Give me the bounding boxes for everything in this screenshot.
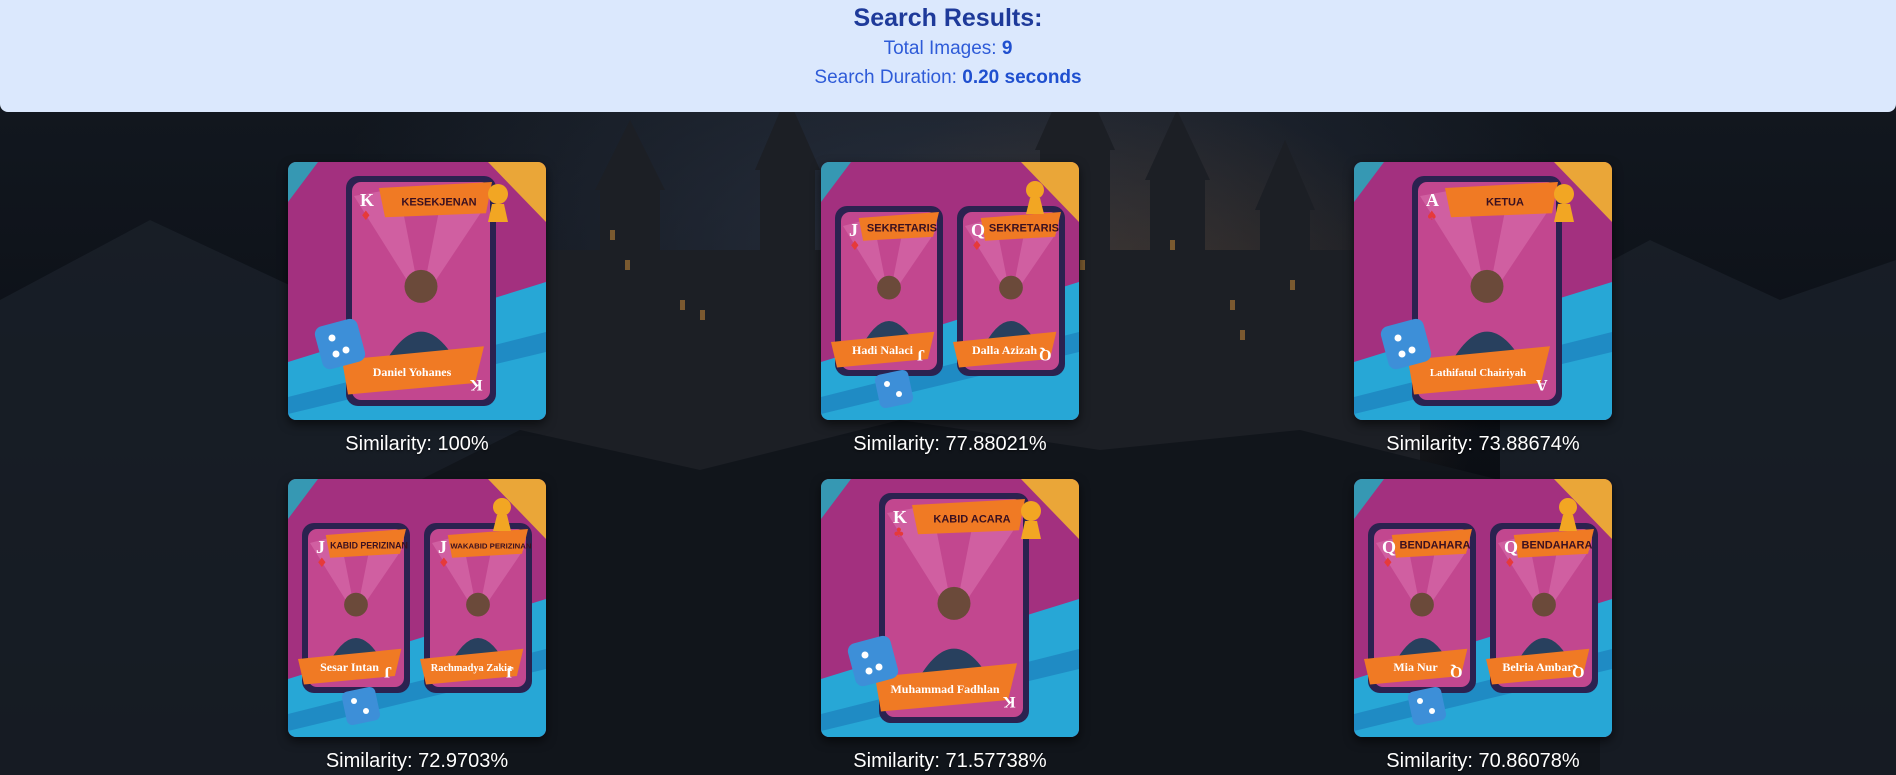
- dice-icon: [1407, 686, 1447, 726]
- card-rank: Q: [971, 220, 985, 240]
- card-role-label: WAKABID PERIZINAN: [450, 542, 531, 551]
- playing-card: BENDAHARABelria AmbarQ♦Q: [1486, 523, 1598, 693]
- card-rank-bottom: K: [469, 376, 482, 393]
- card-rank-bottom: Q: [1572, 663, 1584, 680]
- person-head: [877, 275, 901, 300]
- dice-icon: [341, 686, 381, 726]
- person-head: [344, 592, 368, 617]
- card-rank: Q: [1504, 537, 1518, 557]
- result-thumbnail[interactable]: KETUALathifatul ChairiyahA♠A: [1354, 162, 1612, 420]
- playing-card: SEKRETARISDalla AzizahQ♦Q: [953, 206, 1065, 376]
- card-name-label: Lathifatul Chairiyah: [1430, 367, 1526, 379]
- playing-card: KABID ACARAMuhammad FadhlanK♣K: [875, 493, 1029, 723]
- card-rank-bottom: A: [1536, 376, 1548, 393]
- card-suit-icon: ♦: [849, 239, 861, 254]
- person-head: [1470, 269, 1504, 303]
- similarity-score: Similarity: 71.57738%: [853, 750, 1047, 772]
- card-rank: K: [360, 190, 374, 210]
- person-head: [404, 269, 438, 303]
- person-head: [999, 275, 1023, 300]
- playing-card: BENDAHARAMia NurQ♦Q: [1364, 523, 1476, 693]
- card-rank-bottom: K: [1002, 693, 1015, 710]
- person-head: [937, 586, 971, 620]
- card-rank: J: [316, 537, 325, 557]
- similarity-score: Similarity: 73.88674%: [1386, 433, 1580, 455]
- card-name-label: Belria Ambar: [1502, 660, 1573, 674]
- card-name-label: Daniel Yohanes: [373, 365, 452, 379]
- result-item[interactable]: KABID PERIZINAN Sesar Intan J ♦ J WAKABID PER…: [288, 479, 546, 773]
- card-role-label: KABID ACARA: [933, 514, 1010, 526]
- card-rank-bottom: Q: [1450, 663, 1462, 680]
- playing-card: WAKABID PERIZINANRachmadya ZakiaJ♦J: [420, 523, 532, 693]
- card-name-label: Sesar Intan: [320, 660, 379, 674]
- result-item[interactable]: SEKRETARIS Hadi Nalaci J ♦ J SEKRETARIS Dalla …: [821, 162, 1079, 456]
- card-suit-icon: ♠: [1426, 209, 1438, 224]
- playing-card: KABID PERIZINANSesar IntanJ♦J: [298, 523, 410, 693]
- similarity-score: Similarity: 77.88021%: [853, 433, 1047, 455]
- result-thumbnail[interactable]: KESEKJENANDaniel YohanesK♦K: [288, 162, 546, 420]
- card-role-label: SEKRETARIS: [867, 223, 937, 235]
- card-suit-icon: ♦: [971, 239, 983, 254]
- result-thumbnail[interactable]: KABID ACARAMuhammad FadhlanK♣K: [821, 479, 1079, 737]
- playing-card: KESEKJENANDaniel YohanesK♦K: [342, 176, 496, 406]
- result-item[interactable]: BENDAHARA Mia Nur Q ♦ Q BENDAHARA Belria Ambar…: [1354, 479, 1612, 773]
- card-suit-icon: ♦: [438, 556, 450, 571]
- card-rank: J: [849, 220, 858, 240]
- card-name-label: Mia Nur: [1393, 660, 1438, 674]
- card-rank: J: [438, 537, 447, 557]
- card-suit-icon: ♦: [316, 556, 328, 571]
- dice-icon: [874, 369, 914, 409]
- result-thumbnail[interactable]: KABID PERIZINANSesar IntanJ♦JWAKABID PER…: [288, 479, 546, 737]
- result-item[interactable]: KABID ACARA Muhammad Fadhlan K ♣ K Similarity…: [821, 479, 1079, 773]
- similarity-score: Similarity: 100%: [345, 433, 489, 455]
- card-name-label: Hadi Nalaci: [852, 343, 914, 357]
- playing-card: SEKRETARISHadi NalaciJ♦J: [831, 206, 943, 376]
- card-name-label: Rachmadya Zakia: [431, 663, 513, 674]
- card-rank: Q: [1382, 537, 1396, 557]
- card-suit-icon: ♦: [1382, 556, 1394, 571]
- card-suit-icon: ♦: [360, 209, 372, 224]
- card-name-label: Dalla Azizah: [972, 343, 1037, 357]
- card-role-label: BENDAHARA: [1522, 540, 1593, 552]
- results-grid: KESEKJENAN Daniel Yohanes K ♦ K Similarity: 1…: [0, 0, 1896, 775]
- card-name-label: Muhammad Fadhlan: [890, 682, 999, 696]
- playing-card: KETUALathifatul ChairiyahA♠A: [1408, 176, 1562, 406]
- similarity-score: Similarity: 72.9703%: [325, 750, 509, 772]
- result-item[interactable]: KETUA Lathifatul Chairiyah A ♠ A Similarity: …: [1354, 162, 1612, 456]
- result-thumbnail[interactable]: SEKRETARISHadi NalaciJ♦JSEKRETARISDalla …: [821, 162, 1079, 420]
- person-head: [1410, 592, 1434, 617]
- card-rank: K: [893, 507, 907, 527]
- card-role-label: KESEKJENAN: [401, 197, 476, 209]
- card-rank-bottom: Q: [1039, 346, 1051, 363]
- card-suit-icon: ♦: [1504, 556, 1516, 571]
- card-role-label: SEKRETARIS: [989, 223, 1059, 235]
- result-item[interactable]: KESEKJENAN Daniel Yohanes K ♦ K Similarity: 1…: [288, 162, 546, 456]
- card-rank-bottom: J: [506, 663, 514, 680]
- person-head: [466, 592, 490, 617]
- result-thumbnail[interactable]: BENDAHARAMia NurQ♦QBENDAHARABelria Ambar…: [1354, 479, 1612, 737]
- person-head: [1532, 592, 1556, 617]
- card-rank-bottom: J: [917, 346, 925, 363]
- card-rank: A: [1426, 190, 1439, 210]
- card-rank-bottom: J: [384, 663, 392, 680]
- card-suit-icon: ♣: [893, 526, 905, 541]
- card-role-label: KETUA: [1486, 197, 1524, 209]
- card-role-label: KABID PERIZINAN: [330, 541, 408, 551]
- similarity-score: Similarity: 70.86078%: [1386, 750, 1580, 772]
- card-role-label: BENDAHARA: [1400, 540, 1471, 552]
